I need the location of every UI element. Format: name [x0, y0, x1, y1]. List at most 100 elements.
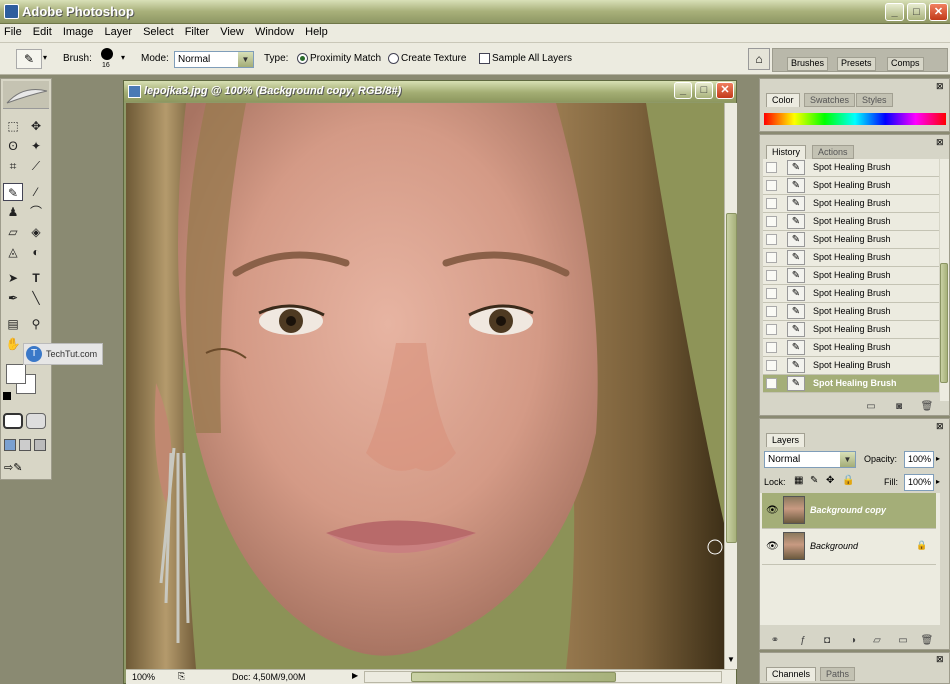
- history-item[interactable]: ✎ Spot Healing Brush: [763, 249, 939, 267]
- lasso-tool-icon[interactable]: ʘ: [3, 137, 23, 155]
- eye-icon[interactable]: 👁: [766, 541, 779, 552]
- history-source-checkbox[interactable]: [766, 378, 777, 389]
- proximity-match-label[interactable]: Proximity Match: [310, 53, 381, 64]
- tool-preset-arrow-icon[interactable]: ▾: [43, 53, 47, 62]
- canvas-photo[interactable]: [126, 103, 724, 669]
- hand-tool-icon[interactable]: ✋: [3, 335, 23, 353]
- menu-window[interactable]: Window: [251, 24, 298, 38]
- menu-image[interactable]: Image: [59, 24, 98, 38]
- new-group-icon[interactable]: ▱: [870, 635, 884, 647]
- sample-all-layers-label[interactable]: Sample All Layers: [492, 53, 572, 64]
- tab-channels[interactable]: Channels: [766, 667, 817, 681]
- create-texture-label[interactable]: Create Texture: [401, 53, 466, 64]
- close-button[interactable]: ✕: [929, 3, 948, 21]
- crop-tool-icon[interactable]: ⌗: [3, 157, 23, 175]
- history-scrollbar[interactable]: [940, 159, 949, 401]
- create-texture-radio[interactable]: [388, 53, 399, 64]
- standard-mode-icon[interactable]: [3, 413, 23, 429]
- line-tool-icon[interactable]: ╲: [26, 289, 46, 307]
- default-colors-icon[interactable]: [3, 392, 11, 400]
- history-brush-tool-icon[interactable]: ⌒: [26, 203, 46, 221]
- dodge-tool-icon[interactable]: ◐: [26, 243, 46, 261]
- tab-brushes[interactable]: Brushes: [787, 57, 829, 71]
- history-source-checkbox[interactable]: [766, 270, 777, 281]
- move-tool-icon[interactable]: ✥: [26, 117, 46, 135]
- history-source-checkbox[interactable]: [766, 324, 777, 335]
- sample-all-layers-checkbox[interactable]: [479, 53, 490, 64]
- panel-close-icon[interactable]: ⊠: [936, 421, 944, 432]
- fill-input[interactable]: 100%: [904, 474, 934, 491]
- new-document-from-state-icon[interactable]: ▭: [864, 401, 878, 413]
- menu-view[interactable]: View: [216, 24, 248, 38]
- tab-actions[interactable]: Actions: [812, 145, 854, 159]
- mode-select[interactable]: Normal ▼: [174, 51, 254, 68]
- tab-comps[interactable]: Comps: [887, 57, 924, 71]
- history-scroll-thumb[interactable]: [940, 263, 948, 383]
- feather-logo-icon[interactable]: [3, 81, 49, 109]
- menu-select[interactable]: Select: [139, 24, 178, 38]
- menu-help[interactable]: Help: [301, 24, 332, 38]
- document-horizontal-scrollbar[interactable]: [364, 671, 722, 683]
- tab-presets[interactable]: Presets: [837, 57, 876, 71]
- doc-maximize-button[interactable]: □: [695, 82, 713, 99]
- history-source-checkbox[interactable]: [766, 216, 777, 227]
- brush-tool-icon[interactable]: ⁄: [26, 183, 46, 201]
- delete-layer-icon[interactable]: 🗑: [920, 635, 934, 647]
- panel-close-icon[interactable]: ⊠: [936, 137, 944, 148]
- type-tool-icon[interactable]: T: [26, 269, 46, 287]
- pen-tool-icon[interactable]: ✒: [3, 289, 23, 307]
- history-source-checkbox[interactable]: [766, 180, 777, 191]
- doc-minimize-button[interactable]: _: [674, 82, 692, 99]
- history-source-checkbox[interactable]: [766, 360, 777, 371]
- lock-position-icon[interactable]: ✥: [826, 475, 834, 486]
- marquee-tool-icon[interactable]: ⬚: [3, 117, 23, 135]
- tab-history[interactable]: History: [766, 145, 807, 159]
- history-item-selected[interactable]: ✎ Spot Healing Brush: [763, 375, 939, 393]
- proximity-match-radio[interactable]: [297, 53, 308, 64]
- tab-layers[interactable]: Layers: [766, 433, 806, 447]
- doc-close-button[interactable]: ✕: [716, 82, 734, 99]
- history-source-checkbox[interactable]: [766, 342, 777, 353]
- panel-close-icon[interactable]: ⊠: [936, 81, 944, 92]
- history-source-checkbox[interactable]: [766, 198, 777, 209]
- tab-color[interactable]: Color: [766, 93, 800, 107]
- vertical-scroll-thumb[interactable]: [726, 213, 737, 543]
- new-layer-icon[interactable]: ▭: [896, 635, 910, 647]
- zoom-level[interactable]: 100%: [132, 672, 155, 682]
- history-item[interactable]: ✎ Spot Healing Brush: [763, 285, 939, 303]
- tool-preset-picker[interactable]: ✎: [16, 49, 42, 69]
- slice-tool-icon[interactable]: ⟋: [26, 157, 46, 175]
- history-item[interactable]: ✎ Spot Healing Brush: [763, 303, 939, 321]
- history-item[interactable]: ✎ Spot Healing Brush: [763, 267, 939, 285]
- paint-bucket-tool-icon[interactable]: ◈: [26, 223, 46, 241]
- path-selection-tool-icon[interactable]: ➤: [3, 269, 23, 287]
- status-options-icon[interactable]: ⎘: [178, 671, 185, 682]
- opacity-input[interactable]: 100%: [904, 451, 934, 468]
- history-item[interactable]: ✎ Spot Healing Brush: [763, 195, 939, 213]
- layer-row-background-copy[interactable]: 👁 Background copy: [762, 493, 936, 529]
- foreground-color-swatch[interactable]: [6, 364, 26, 384]
- menu-edit[interactable]: Edit: [29, 24, 56, 38]
- screen-mode-standard-icon[interactable]: [4, 439, 16, 451]
- blur-tool-icon[interactable]: ◬: [3, 243, 23, 261]
- file-browser-icon[interactable]: ⌂: [748, 48, 770, 70]
- menu-file[interactable]: File: [0, 24, 26, 38]
- history-item[interactable]: ✎ Spot Healing Brush: [763, 159, 939, 177]
- layer-row-background[interactable]: 👁 Background 🔒: [762, 529, 936, 565]
- history-item[interactable]: ✎ Spot Healing Brush: [763, 213, 939, 231]
- jump-to-imageready-icon[interactable]: ⇨✎: [4, 461, 44, 477]
- layer-style-icon[interactable]: ƒ: [796, 635, 810, 647]
- tab-swatches[interactable]: Swatches: [804, 93, 856, 107]
- history-source-checkbox[interactable]: [766, 162, 777, 173]
- history-item[interactable]: ✎ Spot Healing Brush: [763, 177, 939, 195]
- eraser-tool-icon[interactable]: ▱: [3, 223, 23, 241]
- clone-stamp-tool-icon[interactable]: ♟: [3, 203, 23, 221]
- history-item[interactable]: ✎ Spot Healing Brush: [763, 231, 939, 249]
- lock-all-icon[interactable]: 🔒: [842, 475, 854, 486]
- tab-paths[interactable]: Paths: [820, 667, 856, 681]
- blend-mode-select[interactable]: Normal ▼: [764, 451, 856, 468]
- maximize-button[interactable]: □: [907, 3, 926, 21]
- panel-close-icon[interactable]: ⊠: [936, 654, 944, 665]
- new-snapshot-icon[interactable]: ◙: [892, 401, 906, 413]
- document-vertical-scrollbar[interactable]: ▼: [724, 103, 737, 669]
